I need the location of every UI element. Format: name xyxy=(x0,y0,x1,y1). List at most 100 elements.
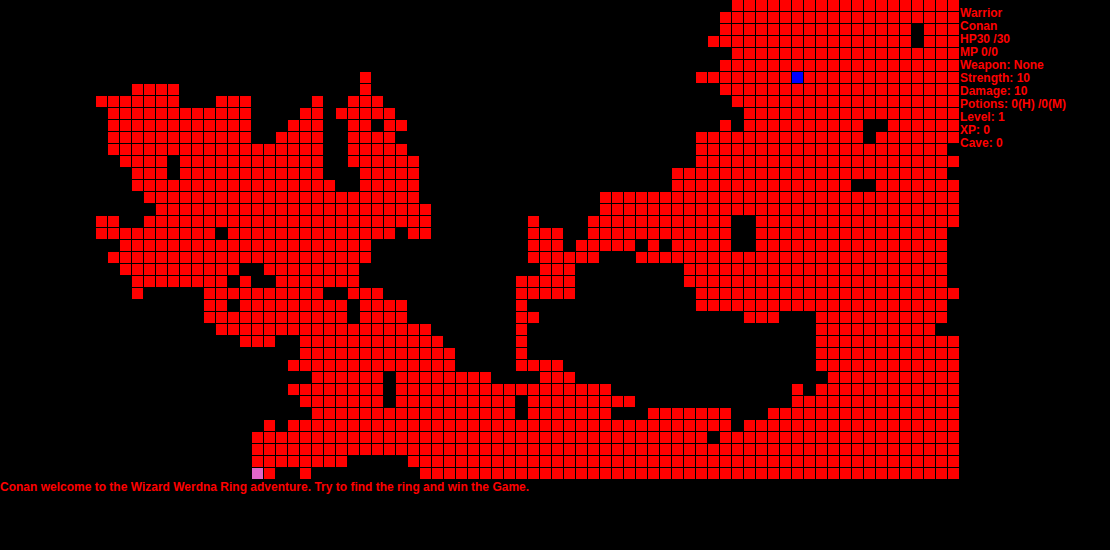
wall-cell xyxy=(492,60,503,71)
wall-cell xyxy=(600,60,611,71)
wall-cell xyxy=(528,36,539,47)
wall-cell xyxy=(180,60,191,71)
wall-cell xyxy=(192,288,203,299)
wall-cell xyxy=(528,12,539,23)
wall-cell xyxy=(588,132,599,143)
floor-cell xyxy=(168,108,179,119)
floor-cell xyxy=(852,276,863,287)
floor-cell xyxy=(948,180,959,191)
floor-cell xyxy=(876,144,887,155)
wall-cell xyxy=(612,276,623,287)
wall-cell xyxy=(588,264,599,275)
floor-cell xyxy=(780,36,791,47)
floor-cell xyxy=(864,84,875,95)
wall-cell xyxy=(480,108,491,119)
floor-cell xyxy=(216,192,227,203)
floor-cell xyxy=(900,168,911,179)
floor-cell xyxy=(792,216,803,227)
floor-cell xyxy=(348,156,359,167)
wall-cell xyxy=(648,108,659,119)
floor-cell xyxy=(828,252,839,263)
floor-cell xyxy=(852,192,863,203)
floor-cell xyxy=(372,228,383,239)
wall-cell xyxy=(84,24,95,35)
floor-cell xyxy=(684,216,695,227)
wall-cell xyxy=(324,156,335,167)
floor-cell xyxy=(792,204,803,215)
floor-cell xyxy=(828,240,839,251)
floor-cell xyxy=(696,264,707,275)
wall-cell xyxy=(36,84,47,95)
wall-cell xyxy=(396,252,407,263)
floor-cell xyxy=(924,228,935,239)
floor-cell xyxy=(228,216,239,227)
floor-cell xyxy=(156,180,167,191)
wall-cell xyxy=(516,60,527,71)
floor-cell xyxy=(288,120,299,131)
floor-cell xyxy=(864,168,875,179)
wall-cell xyxy=(36,240,47,251)
wall-cell xyxy=(456,12,467,23)
floor-cell xyxy=(912,48,923,59)
floor-cell xyxy=(792,192,803,203)
floor-cell xyxy=(276,144,287,155)
wall-cell xyxy=(0,168,11,179)
wall-cell xyxy=(264,120,275,131)
wall-cell xyxy=(276,48,287,59)
floor-cell xyxy=(540,240,551,251)
floor-cell xyxy=(168,180,179,191)
wall-cell xyxy=(432,72,443,83)
wall-cell xyxy=(588,24,599,35)
wall-cell xyxy=(228,12,239,23)
floor-cell xyxy=(852,168,863,179)
wall-cell xyxy=(12,288,23,299)
floor-cell xyxy=(360,288,371,299)
wall-cell xyxy=(312,24,323,35)
floor-cell xyxy=(720,24,731,35)
wall-cell xyxy=(504,288,515,299)
wall-cell xyxy=(48,72,59,83)
floor-cell xyxy=(312,240,323,251)
floor-cell xyxy=(696,276,707,287)
floor-cell xyxy=(300,180,311,191)
wall-cell xyxy=(96,192,107,203)
wall-cell xyxy=(24,84,35,95)
wall-cell xyxy=(420,156,431,167)
wall-cell xyxy=(60,144,71,155)
wall-cell xyxy=(444,144,455,155)
floor-cell xyxy=(348,120,359,131)
wall-cell xyxy=(708,48,719,59)
floor-cell xyxy=(300,156,311,167)
floor-cell xyxy=(276,276,287,287)
floor-cell xyxy=(780,60,791,71)
wall-cell xyxy=(108,60,119,71)
floor-cell xyxy=(264,264,275,275)
wall-cell xyxy=(648,12,659,23)
wall-cell xyxy=(456,252,467,263)
game-screen: WarriorConanHP30 /30MP 0/0Weapon: NoneSt… xyxy=(0,0,1110,550)
wall-cell xyxy=(624,84,635,95)
wall-cell xyxy=(696,120,707,131)
wall-cell xyxy=(84,0,95,11)
floor-cell xyxy=(696,144,707,155)
floor-cell xyxy=(252,180,263,191)
floor-cell xyxy=(156,252,167,263)
floor-cell xyxy=(264,168,275,179)
floor-cell xyxy=(360,108,371,119)
wall-cell xyxy=(0,240,11,251)
floor-cell xyxy=(360,132,371,143)
wall-cell xyxy=(408,0,419,11)
floor-cell xyxy=(828,60,839,71)
floor-cell xyxy=(888,180,899,191)
wall-cell xyxy=(84,288,95,299)
floor-cell xyxy=(792,132,803,143)
floor-cell xyxy=(156,240,167,251)
floor-cell xyxy=(324,180,335,191)
wall-cell xyxy=(636,156,647,167)
floor-cell xyxy=(828,84,839,95)
floor-cell xyxy=(720,120,731,131)
wall-cell xyxy=(420,12,431,23)
floor-cell xyxy=(120,120,131,131)
wall-cell xyxy=(456,192,467,203)
floor-cell xyxy=(372,144,383,155)
